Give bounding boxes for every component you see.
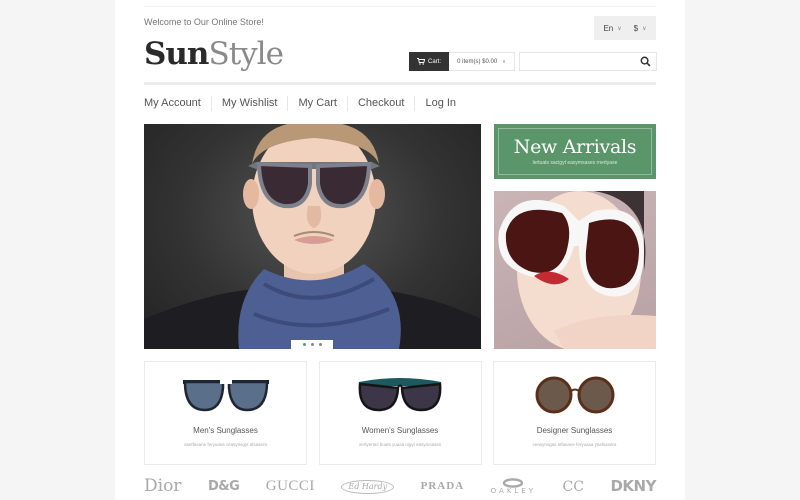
brand-logos: Dior D&G GUCCI Ed Hardy PRADA OAKLEY CC … — [144, 478, 656, 495]
designer-sunglasses-image — [535, 376, 614, 414]
category-cards: Men's Sunglasses asetfasane feryuasa cea… — [144, 361, 656, 465]
banner-subtitle: lertuats sacigyt easymsases rnertyase — [532, 160, 618, 166]
banner-frame: New Arrivals lertuats sacigyt easymsases… — [498, 128, 652, 175]
category-name: Men's Sunglasses — [193, 426, 258, 435]
nav-checkout[interactable]: Checkout — [346, 96, 414, 111]
category-desc: vertyertas buats yuasa oigyt easymsases — [358, 442, 442, 447]
search-box — [519, 52, 657, 72]
brand-dkny[interactable]: DKNY — [610, 479, 656, 494]
language-dropdown[interactable]: En ∨ — [603, 24, 621, 33]
cart-label: Cart: — [427, 58, 441, 65]
new-arrivals-banner[interactable]: New Arrivals lertuats sacigyt easymsases… — [494, 124, 656, 179]
language-value: En — [603, 23, 614, 33]
promo-image[interactable] — [494, 191, 656, 349]
nav-my-account[interactable]: My Account — [144, 96, 211, 111]
cart-summary: 0 item(s) $0.00 — [457, 58, 498, 65]
slider-dot-3[interactable] — [318, 343, 322, 346]
header-divider — [144, 82, 656, 85]
logo-part-1: Sun — [144, 36, 209, 72]
brand-dior[interactable]: Dior — [144, 478, 181, 495]
category-card-designer[interactable]: Designer Sunglasses ceasymigas etfasane … — [493, 361, 656, 465]
language-currency-switcher: En ∨ $ ∨ — [594, 16, 656, 40]
category-desc: asetfasane feryuasa ceasymigyt afsasera — [184, 442, 267, 447]
category-card-mens[interactable]: Men's Sunglasses asetfasane feryuasa cea… — [144, 361, 307, 465]
slider-dot-1[interactable] — [302, 343, 306, 346]
cart-icon — [416, 58, 425, 65]
brand-oakley-label: OAKLEY — [490, 487, 537, 495]
banner-title: New Arrivals — [513, 136, 637, 158]
store-logo[interactable]: SunStyle — [144, 36, 284, 72]
category-name: Designer Sunglasses — [536, 426, 613, 435]
brand-gucci[interactable]: GUCCI — [266, 479, 315, 494]
slider-dot-2[interactable] — [310, 343, 314, 346]
chevron-down-icon: ∨ — [642, 25, 647, 32]
hero-slider[interactable] — [144, 124, 481, 349]
nav-my-cart[interactable]: My Cart — [287, 96, 347, 111]
account-nav: My Account My Wishlist My Cart Checkout … — [144, 96, 466, 111]
slider-pagination — [291, 340, 333, 349]
brand-prada[interactable]: PRADA — [421, 481, 465, 492]
search-input[interactable] — [520, 55, 630, 72]
chevron-down-icon: ∨ — [617, 25, 622, 32]
brand-dg[interactable]: D&G — [208, 480, 240, 493]
cart-button[interactable]: Cart: — [409, 52, 449, 71]
currency-dropdown[interactable]: $ ∨ — [634, 24, 647, 33]
hero-image — [144, 124, 481, 349]
page-container: Welcome to Our Online Store! En ∨ $ ∨ Su… — [115, 0, 685, 500]
category-desc: ceasymigas etfasane feryuasa ytiafsasera — [532, 442, 617, 447]
top-divider — [144, 6, 656, 7]
brand-ed-hardy[interactable]: Ed Hardy — [341, 479, 395, 494]
logo-part-2: Style — [208, 36, 283, 72]
brand-chanel[interactable]: CC — [563, 480, 584, 494]
womens-sunglasses-image — [358, 378, 442, 412]
woman-sunglasses-image — [498, 191, 656, 349]
brand-oakley[interactable]: OAKLEY — [491, 478, 536, 495]
welcome-message: Welcome to Our Online Store! — [144, 17, 264, 27]
cart-dropdown[interactable]: 0 item(s) $0.00 ∨ — [449, 52, 515, 71]
search-icon[interactable] — [640, 56, 651, 67]
category-card-womens[interactable]: Women's Sunglasses vertyertas buats yuas… — [318, 361, 482, 465]
category-name: Women's Sunglasses — [361, 426, 439, 435]
nav-log-in[interactable]: Log In — [414, 96, 466, 111]
currency-value: $ — [633, 23, 639, 33]
chevron-down-icon: ∨ — [502, 58, 506, 65]
mens-sunglasses-image — [182, 380, 269, 412]
nav-my-wishlist[interactable]: My Wishlist — [210, 96, 288, 111]
